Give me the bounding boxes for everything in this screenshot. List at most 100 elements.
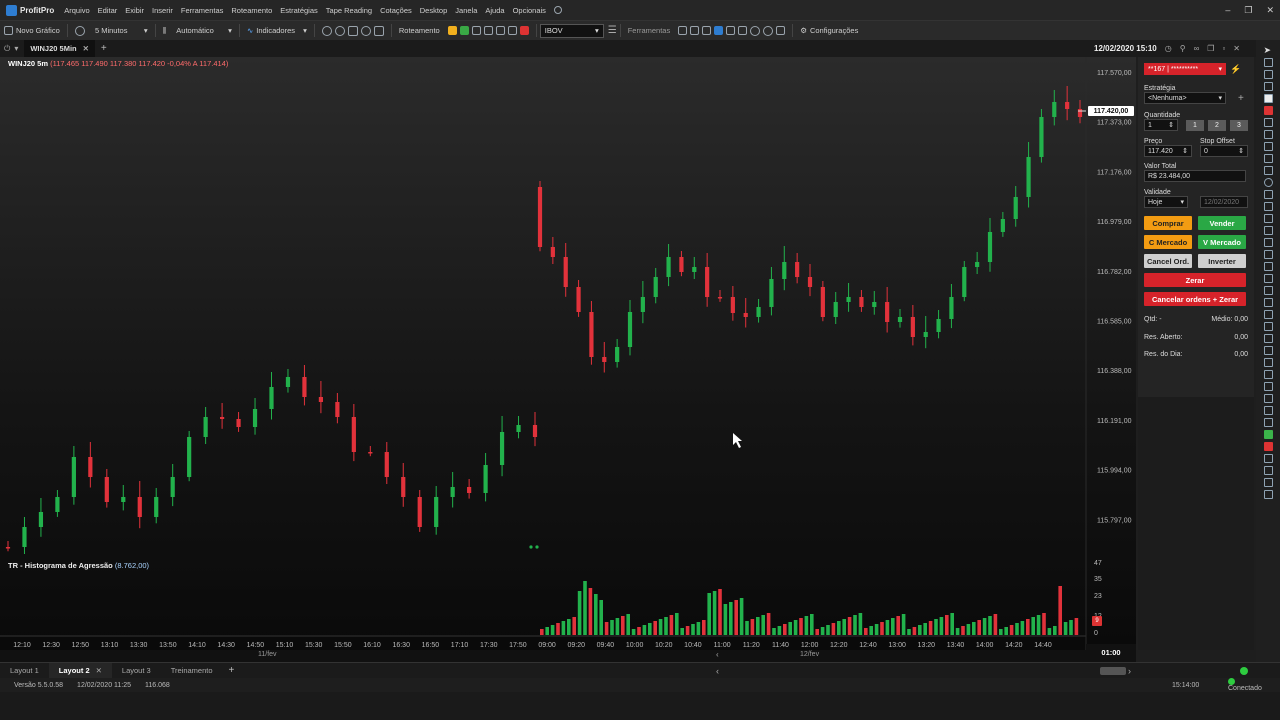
- magnet-icon[interactable]: [1263, 106, 1273, 115]
- tab-layout-3[interactable]: Layout 3: [112, 663, 161, 679]
- crosshair-icon[interactable]: [1263, 70, 1273, 79]
- qty-preset-2[interactable]: 2: [1208, 119, 1226, 131]
- search-icon[interactable]: [553, 6, 562, 14]
- image-icon[interactable]: [690, 26, 700, 35]
- close-icon[interactable]: ✕: [83, 44, 89, 53]
- wave-icon[interactable]: [1263, 382, 1273, 391]
- menu-item-roteamento[interactable]: Roteamento: [227, 6, 276, 15]
- cursor-icon[interactable]: ➤: [1264, 46, 1273, 55]
- cart-icon[interactable]: [776, 26, 786, 35]
- validity-select[interactable]: Hoje ▾: [1144, 196, 1188, 208]
- account-select[interactable]: **167 | ********** ▾: [1144, 63, 1226, 75]
- menu-item-ajuda[interactable]: Ajuda: [481, 6, 508, 15]
- zero-button[interactable]: Zerar: [1144, 273, 1246, 287]
- tab-layout-2[interactable]: Layout 2 ✕: [48, 662, 112, 679]
- tab-layout-1[interactable]: Layout 1: [0, 663, 49, 679]
- zoom-icon[interactable]: [1263, 298, 1273, 307]
- list-icon[interactable]: [471, 26, 481, 35]
- window-icon[interactable]: ▫: [1222, 44, 1225, 53]
- bracket-icon[interactable]: [1263, 406, 1273, 415]
- alarm-icon[interactable]: [750, 25, 761, 36]
- qty-preset-1[interactable]: 1: [1186, 119, 1204, 131]
- stop-offset-input[interactable]: 0 ⇕: [1200, 145, 1248, 157]
- qty-preset-3[interactable]: 3: [1230, 119, 1248, 131]
- trend-icon[interactable]: [1263, 142, 1273, 151]
- arrow-up-icon[interactable]: [1263, 430, 1273, 439]
- flag-icon[interactable]: [1263, 418, 1273, 427]
- indicators-button[interactable]: ∿ Indicadores ▾: [243, 21, 311, 41]
- sell-market-button[interactable]: V Mercado: [1198, 235, 1246, 249]
- candlestick-chart[interactable]: 117.570,00 117.373,00 117.176,00 116.979,00…: [0, 57, 1136, 650]
- tab-treinamento[interactable]: Treinamento: [161, 663, 223, 679]
- clock-icon[interactable]: ◷: [1165, 44, 1172, 53]
- chevron-left-icon[interactable]: ‹: [716, 666, 719, 676]
- menu-item-arquivo[interactable]: Arquivo: [60, 6, 93, 15]
- restore-icon[interactable]: ❐: [1207, 44, 1214, 53]
- text-tool-icon[interactable]: [1263, 214, 1273, 223]
- cancel-zero-button[interactable]: Cancelar ordens + Zerar: [1144, 292, 1246, 306]
- buy-market-button[interactable]: C Mercado: [1144, 235, 1192, 249]
- fib-fan-icon[interactable]: [1263, 250, 1273, 259]
- tools-button[interactable]: Ferramentas: [624, 21, 675, 41]
- volume-icon[interactable]: [459, 26, 469, 35]
- stepper-icon[interactable]: ⇕: [1238, 147, 1244, 155]
- table-icon[interactable]: [507, 26, 517, 35]
- link-icon[interactable]: ⚲: [1180, 44, 1186, 53]
- price-input[interactable]: 117.420 ⇕: [1144, 145, 1192, 157]
- disconnect-icon[interactable]: ⚡: [1230, 64, 1241, 75]
- routing-button[interactable]: Roteamento: [395, 21, 444, 41]
- triangle-icon[interactable]: [1263, 190, 1273, 199]
- stepper-icon[interactable]: ⇕: [1168, 121, 1174, 129]
- add-layout-icon[interactable]: +: [223, 665, 241, 676]
- measure-icon[interactable]: [1263, 286, 1273, 295]
- pencil-icon[interactable]: [1263, 82, 1273, 91]
- close-icon[interactable]: ✕: [1266, 5, 1274, 16]
- regression-icon[interactable]: [1263, 334, 1273, 343]
- add-strategy-icon[interactable]: +: [1238, 93, 1244, 104]
- validity-date[interactable]: 12/02/2020: [1200, 196, 1248, 208]
- grid-icon[interactable]: [373, 25, 384, 36]
- ellipse-icon[interactable]: [1263, 178, 1273, 187]
- quantity-input[interactable]: 1 ⇕: [1144, 119, 1178, 131]
- menu-item-estrategias[interactable]: Estratégias: [276, 6, 322, 15]
- close-icon[interactable]: ✕: [96, 666, 102, 675]
- settings-button[interactable]: ⚙ Configurações: [796, 21, 862, 41]
- menu-item-desktop[interactable]: Desktop: [416, 6, 452, 15]
- stepper-icon[interactable]: ⇕: [1182, 147, 1188, 155]
- book-icon[interactable]: [447, 26, 457, 35]
- arc-icon[interactable]: [1263, 346, 1273, 355]
- document-icon[interactable]: [714, 26, 724, 35]
- crosshair-icon[interactable]: [347, 25, 358, 36]
- ray-icon[interactable]: [1263, 130, 1273, 139]
- minimize-icon[interactable]: –: [1225, 5, 1230, 15]
- chevron-down-icon[interactable]: ▾: [14, 44, 18, 53]
- chain-icon[interactable]: ∞: [1194, 44, 1200, 53]
- strategy-select[interactable]: <Nenhuma> ▾: [1144, 92, 1226, 104]
- add-tab-icon[interactable]: +: [95, 43, 113, 54]
- cycle-icon[interactable]: [1263, 322, 1273, 331]
- power-icon[interactable]: ⏻: [0, 44, 14, 54]
- bars-icon[interactable]: [1263, 454, 1273, 463]
- menu-item-janela[interactable]: Janela: [451, 6, 481, 15]
- calendar-icon[interactable]: [738, 26, 748, 35]
- menu-list-icon[interactable]: ☰: [608, 25, 617, 36]
- timeframe-select[interactable]: 5 Minutos ▾: [71, 21, 152, 41]
- hierarchy-icon[interactable]: [726, 26, 736, 35]
- grid-icon[interactable]: [1263, 478, 1273, 487]
- horizontal-scrollbar[interactable]: [1100, 667, 1126, 675]
- asset-selector[interactable]: IBOV ▾: [539, 23, 604, 38]
- menu-item-cotacoes[interactable]: Cotações: [376, 6, 416, 15]
- columns-icon[interactable]: [1263, 466, 1273, 475]
- mode-select[interactable]: ⫼ Automático ▾: [159, 21, 236, 41]
- bars-icon[interactable]: [495, 26, 505, 35]
- close-icon[interactable]: ✕: [1233, 44, 1240, 53]
- channel-icon[interactable]: [1263, 226, 1273, 235]
- angle-icon[interactable]: [1263, 310, 1273, 319]
- menu-item-editar[interactable]: Editar: [94, 6, 122, 15]
- hand-icon[interactable]: [1263, 58, 1273, 67]
- arrow-down-icon[interactable]: [1263, 442, 1273, 451]
- table-icon[interactable]: [678, 26, 688, 35]
- arrow-icon[interactable]: [1263, 394, 1273, 403]
- tab-winj20[interactable]: WINJ20 5Min ✕: [24, 40, 95, 57]
- line-icon[interactable]: [1263, 118, 1273, 127]
